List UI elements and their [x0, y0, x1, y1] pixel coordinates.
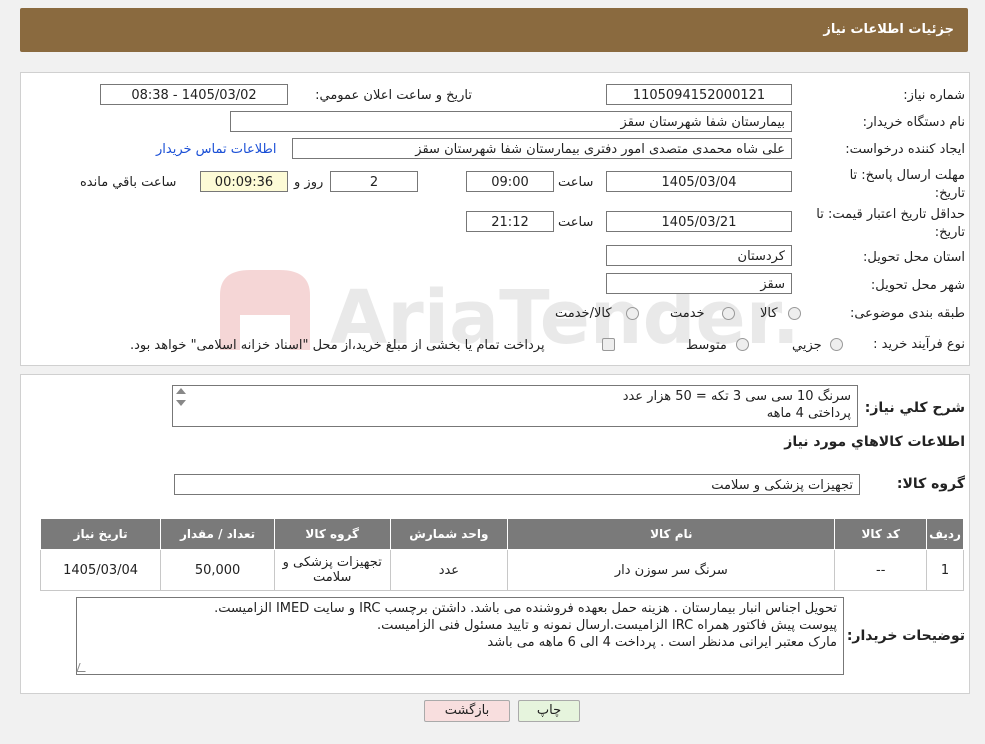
- validity-date-field: 1405/03/21: [606, 211, 792, 232]
- cell-code: --: [834, 549, 928, 591]
- col-row: رديف: [926, 518, 964, 550]
- goods-group-field: تجهیزات پزشکی و سلامت: [174, 474, 860, 495]
- goods-group-label: گروه کالا:: [896, 476, 965, 492]
- validity-time-field: 21:12: [466, 211, 554, 232]
- cell-group: تجهیزات پزشکی و سلامت: [273, 549, 391, 591]
- summary-line-2: پرداختی 4 ماهه: [766, 406, 851, 421]
- province-field: کردستان: [606, 245, 792, 266]
- category-radio-goods-service[interactable]: [626, 307, 639, 320]
- need-number-label: شماره نیاز:: [903, 88, 965, 103]
- summary-label: شرح کلي نياز:: [864, 400, 965, 416]
- buyer-notes-textarea[interactable]: تحویل اجناس انبار بیمارستان . هزینه حمل …: [76, 597, 844, 675]
- announce-label: تاریخ و ساعت اعلان عمومي:: [315, 88, 472, 103]
- page-header: جزئیات اطلاعات نیاز: [20, 8, 968, 52]
- category-option-service: خدمت: [670, 306, 705, 321]
- treasury-note: پرداخت تمام يا بخشی از مبلغ خريد،از محل …: [130, 338, 545, 353]
- process-radio-medium[interactable]: [736, 338, 749, 351]
- goods-table-header: رديف کد کالا نام کالا واحد شمارش گروه کا…: [39, 518, 964, 550]
- validity-time-label: ساعت: [558, 215, 594, 230]
- creator-field: علی شاه محمدی متصدی امور دفتری بیمارستان…: [292, 138, 792, 159]
- category-label: طبقه بندی موضوعی:: [849, 306, 965, 321]
- validity-label: حداقل تاريخ اعتبار قيمت: تا تاريخ:: [816, 207, 965, 240]
- process-label: نوع فرآيند خريد :: [873, 337, 965, 352]
- process-option-minor: جزيي: [792, 338, 822, 353]
- back-button[interactable]: بازگشت: [424, 700, 510, 722]
- buyer-notes-line-2: پیوست پیش فاکتور همراه IRC الزامیست.ارسا…: [377, 618, 837, 633]
- summary-scroll-up-icon[interactable]: [176, 388, 186, 394]
- creator-label: ايجاد کننده درخواست:: [845, 142, 965, 157]
- buyer-org-label: نام دستگاه خريدار:: [862, 115, 965, 130]
- process-option-medium: متوسط: [686, 338, 727, 353]
- goods-info-title: اطلاعات کالاهاي مورد نياز: [784, 434, 965, 450]
- days-label: روز و: [294, 175, 324, 190]
- treasury-checkbox[interactable]: [602, 338, 615, 351]
- contact-info-link[interactable]: اطلاعات تماس خریدار: [156, 142, 276, 157]
- col-name: نام کالا: [507, 518, 836, 550]
- summary-textarea[interactable]: سرنگ 10 سی سی 3 تکه = 50 هزار عدد پرداخت…: [172, 385, 858, 427]
- remaining-label: ساعت باقي مانده: [80, 175, 177, 190]
- deadline-time-field: 09:00: [466, 171, 554, 192]
- buyer-notes-line-1: تحویل اجناس انبار بیمارستان . هزینه حمل …: [214, 601, 837, 616]
- buyer-org-field: بیمارستان شفا شهرستان سقز: [230, 111, 792, 132]
- city-field: سقز: [606, 273, 792, 294]
- cell-row: 1: [926, 549, 964, 591]
- city-label: شهر محل تحويل:: [870, 278, 965, 293]
- col-group: گروه کالا: [273, 518, 391, 550]
- category-option-goods: کالا: [760, 306, 778, 321]
- summary-line-1: سرنگ 10 سی سی 3 تکه = 50 هزار عدد: [622, 389, 851, 404]
- cell-name: سرنگ سر سوزن دار: [507, 549, 836, 591]
- col-unit: واحد شمارش: [389, 518, 509, 550]
- goods-table: رديف کد کالا نام کالا واحد شمارش گروه کا…: [39, 518, 964, 591]
- col-code: کد کالا: [834, 518, 928, 550]
- col-date: تاريخ نياز: [39, 518, 162, 550]
- col-qty: تعداد / مقدار: [160, 518, 275, 550]
- process-radio-minor[interactable]: [830, 338, 843, 351]
- cell-date: 1405/03/04: [39, 549, 162, 591]
- deadline-time-label: ساعت: [558, 175, 594, 190]
- summary-scroll-down-icon[interactable]: [176, 400, 186, 406]
- category-radio-service[interactable]: [722, 307, 735, 320]
- days-field: 2: [330, 171, 418, 192]
- province-label: استان محل تحويل:: [863, 250, 965, 265]
- deadline-label: مهلت ارسال پاسخ: تا تاريخ:: [849, 168, 965, 201]
- need-number-field: 1105094152000121: [606, 84, 792, 105]
- buyer-notes-line-3: مارک معتبر ایرانی مدنظر است . پرداخت 4 ا…: [487, 635, 837, 650]
- page-title: جزئیات اطلاعات نیاز: [823, 22, 954, 37]
- remaining-time-field: 00:09:36: [200, 171, 288, 192]
- announce-field: 1405/03/02 - 08:38: [100, 84, 288, 105]
- category-option-goods-service: کالا/خدمت: [555, 306, 612, 321]
- cell-qty: 50,000: [160, 549, 275, 591]
- deadline-date-field: 1405/03/04: [606, 171, 792, 192]
- cell-unit: عدد: [389, 549, 509, 591]
- table-row: 1 -- سرنگ سر سوزن دار عدد تجهیزات پزشکی …: [39, 549, 964, 591]
- category-radio-goods[interactable]: [788, 307, 801, 320]
- print-button[interactable]: چاپ: [518, 700, 580, 722]
- buyer-notes-label: توضيحات خريدار:: [846, 628, 965, 644]
